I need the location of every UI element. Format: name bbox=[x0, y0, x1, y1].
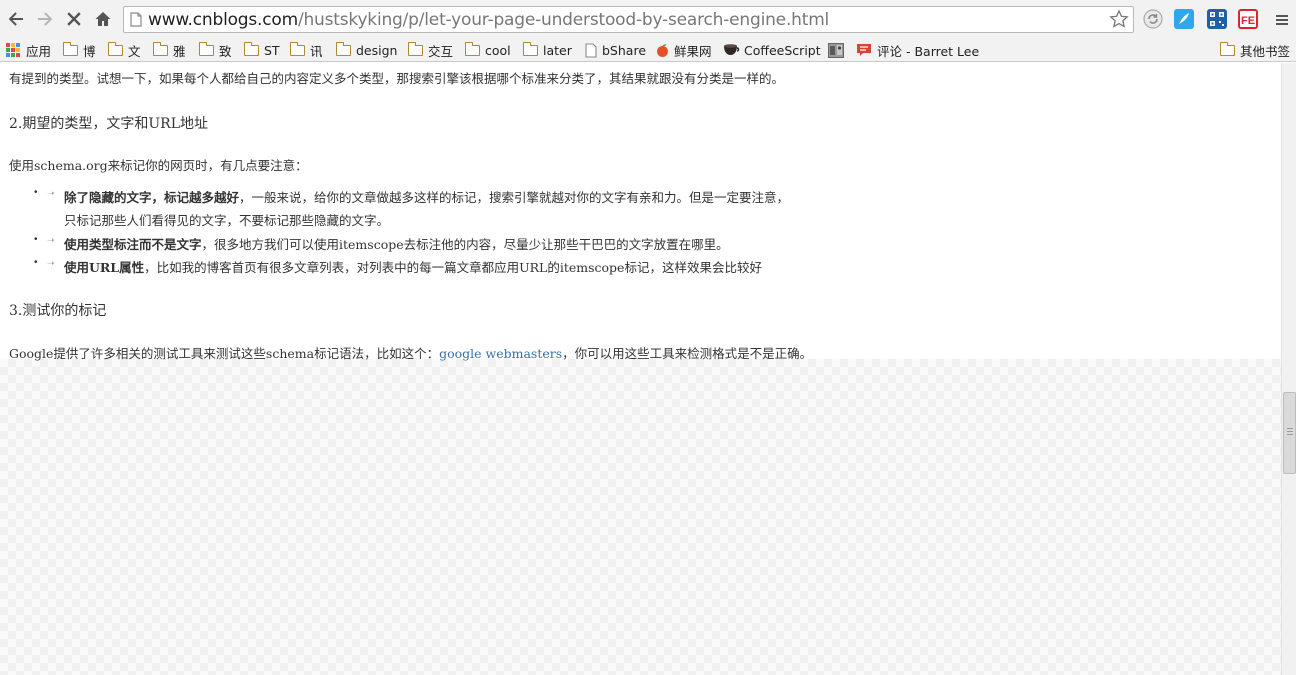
list-item-strong: 除了隐藏的文字，标记越多越好 bbox=[64, 190, 240, 205]
bookmark-folder[interactable]: later bbox=[522, 40, 572, 60]
folder-icon bbox=[289, 42, 305, 56]
list-item-strong: 使用类型标注而不是文字 bbox=[64, 237, 202, 252]
bookmark-comment[interactable]: 评论 - Barret Lee bbox=[856, 40, 979, 60]
section-heading-2: 2.期望的类型，文字和URL地址 bbox=[9, 116, 208, 132]
grip-line bbox=[1287, 431, 1293, 432]
folder-icon bbox=[107, 42, 123, 56]
bookmark-label: 文 bbox=[128, 43, 141, 59]
bookmark-bshare[interactable]: bShare bbox=[585, 40, 646, 60]
bullet-dot: • bbox=[34, 234, 38, 245]
bookmark-folder[interactable]: 讯 bbox=[289, 40, 323, 60]
bookmark-label: cool bbox=[485, 42, 511, 58]
fe-ext-icon[interactable]: FE bbox=[1238, 9, 1258, 29]
page-icon bbox=[130, 12, 142, 27]
bookmark-other[interactable]: 其他书签 bbox=[1219, 40, 1291, 60]
image-thumbnail-icon bbox=[828, 42, 844, 58]
paragraph-text: Google提供了许多相关的测试工具来测试这些schema标记语法，比如这个： bbox=[9, 346, 440, 361]
url-text[interactable]: www.cnblogs.com/hustskyking/p/let-your-p… bbox=[148, 10, 829, 30]
page-icon bbox=[585, 42, 597, 58]
page-content: 有提到的类型。试想一下，如果每个人都给自己的内容定义多个类型，那搜索引擎该根据哪… bbox=[0, 63, 1281, 675]
paragraph-continued: 有提到的类型。试想一下，如果每个人都给自己的内容定义多个类型，那搜索引擎该根据哪… bbox=[9, 71, 785, 86]
browser-toolbar: www.cnblogs.com/hustskyking/p/let-your-p… bbox=[0, 0, 1296, 38]
folder-icon bbox=[1219, 42, 1235, 56]
bookmark-label: 鲜果网 bbox=[674, 43, 712, 59]
vertical-scrollbar[interactable] bbox=[1281, 63, 1296, 675]
bookmark-folder[interactable]: ST bbox=[243, 40, 280, 60]
grip-line bbox=[1287, 434, 1293, 435]
scrollbar-thumb[interactable] bbox=[1283, 392, 1296, 474]
bookmark-label: 讯 bbox=[310, 43, 323, 59]
bookmark-image[interactable] bbox=[828, 40, 844, 60]
bookmark-star-icon[interactable] bbox=[1109, 9, 1129, 34]
bookmark-label: design bbox=[356, 42, 398, 58]
apps-grid-icon bbox=[6, 43, 20, 57]
bookmark-folder[interactable]: cool bbox=[464, 40, 511, 60]
list-item: 使用类型标注而不是文字，很多地方我们可以使用itemscope去标注他的内容，尽… bbox=[64, 234, 729, 253]
address-bar[interactable]: www.cnblogs.com/hustskyking/p/let-your-p… bbox=[123, 6, 1134, 33]
list-item: 除了隐藏的文字，标记越多越好，一般来说，给你的文章做越多这样的标记，搜索引擎就越… bbox=[64, 187, 789, 206]
folder-icon bbox=[62, 42, 78, 56]
refresh-ext-icon[interactable] bbox=[1142, 8, 1163, 29]
folder-icon bbox=[243, 42, 259, 56]
bookmark-folder[interactable]: 雅 bbox=[152, 40, 186, 60]
bookmark-label: 应用 bbox=[26, 43, 52, 59]
bookmark-label: 雅 bbox=[173, 43, 186, 59]
bookmark-xianguo[interactable]: 鲜果网 bbox=[655, 40, 712, 60]
url-path: /hustskyking/p/let-your-page-understood-… bbox=[297, 10, 830, 30]
paragraph-text: ，你可以用这些工具来检测格式是不是正确。 bbox=[562, 346, 813, 361]
grip-line bbox=[1287, 428, 1293, 429]
bookmark-label: 交互 bbox=[428, 43, 454, 59]
bookmark-label: later bbox=[543, 42, 572, 58]
transparent-background bbox=[0, 359, 1281, 675]
fruit-icon bbox=[657, 43, 668, 57]
bookmark-coffeescript[interactable]: CoffeeScript bbox=[723, 40, 821, 60]
bookmark-label: bShare bbox=[602, 42, 647, 58]
bookmark-folder[interactable]: 致 bbox=[198, 40, 232, 60]
list-item: 使用URL属性，比如我的博客首页有很多文章列表，对列表中的每一篇文章都应用URL… bbox=[64, 257, 762, 276]
list-item-text: ，一般来说，给你的文章做越多这样的标记，搜索引擎就越对你的文字有亲和力。但是一定… bbox=[239, 190, 790, 205]
paragraph-intro: 使用schema.org来标记你的网页时，有几点要注意： bbox=[9, 158, 308, 173]
forward-arrow-icon[interactable] bbox=[33, 7, 57, 31]
back-arrow-icon[interactable] bbox=[4, 7, 28, 31]
arrow-icon: ➝ bbox=[47, 235, 55, 245]
bookmark-folder[interactable]: design bbox=[335, 40, 398, 60]
bookmark-label: CoffeeScript bbox=[744, 42, 821, 58]
bookmark-label: 博 bbox=[83, 43, 96, 59]
comment-icon bbox=[857, 43, 871, 56]
url-host: www.cnblogs.com bbox=[148, 10, 298, 30]
paragraph-testing: Google提供了许多相关的测试工具来测试这些schema标记语法，比如这个：g… bbox=[9, 343, 812, 362]
folder-icon bbox=[522, 42, 538, 56]
bookmark-label: 致 bbox=[219, 43, 232, 59]
bookmark-label: 评论 - Barret Lee bbox=[877, 43, 980, 59]
home-icon[interactable] bbox=[91, 7, 115, 31]
list-item-strong: 使用URL属性 bbox=[64, 260, 145, 275]
bookmark-label: 其他书签 bbox=[1240, 43, 1291, 59]
bullet-dot: • bbox=[34, 187, 38, 198]
bookmark-folder[interactable]: 文 bbox=[107, 40, 141, 60]
folder-icon bbox=[198, 42, 214, 56]
stop-x-icon[interactable] bbox=[62, 7, 86, 31]
bookmark-apps[interactable]: 应用 bbox=[6, 40, 51, 60]
arrow-icon: ➝ bbox=[47, 258, 55, 268]
coffee-cup-icon bbox=[724, 44, 740, 55]
google-webmasters-link[interactable]: google webmasters bbox=[439, 346, 562, 361]
feather-ext-icon[interactable] bbox=[1174, 9, 1194, 29]
folder-icon bbox=[464, 42, 480, 56]
bookmark-folder[interactable]: 交互 bbox=[407, 40, 454, 60]
list-item-continuation: 只标记那些人们看得见的文字，不要标记那些隐藏的文字。 bbox=[64, 213, 390, 228]
bullet-dot: • bbox=[34, 257, 38, 268]
folder-icon bbox=[152, 42, 168, 56]
bookmark-label: ST bbox=[264, 42, 280, 58]
bookmark-folder[interactable]: 博 bbox=[62, 40, 96, 60]
bookmarks-bar: 应用 博 文 雅 致 ST 讯 design 交互 cool later bSh… bbox=[0, 38, 1296, 62]
list-item-text: ，很多地方我们可以使用itemscope去标注他的内容，尽量少让那些干巴巴的文字… bbox=[201, 237, 729, 252]
hamburger-menu-icon[interactable] bbox=[1270, 8, 1294, 32]
section-heading-3: 3.测试你的标记 bbox=[9, 303, 107, 319]
folder-icon bbox=[335, 42, 351, 56]
folder-icon bbox=[407, 42, 423, 56]
arrow-icon: ➝ bbox=[47, 188, 55, 198]
list-item-text: ，比如我的博客首页有很多文章列表，对列表中的每一篇文章都应用URL的itemsc… bbox=[144, 260, 762, 275]
qr-code-ext-icon[interactable] bbox=[1207, 9, 1227, 29]
svg-text:FE: FE bbox=[1241, 15, 1255, 27]
